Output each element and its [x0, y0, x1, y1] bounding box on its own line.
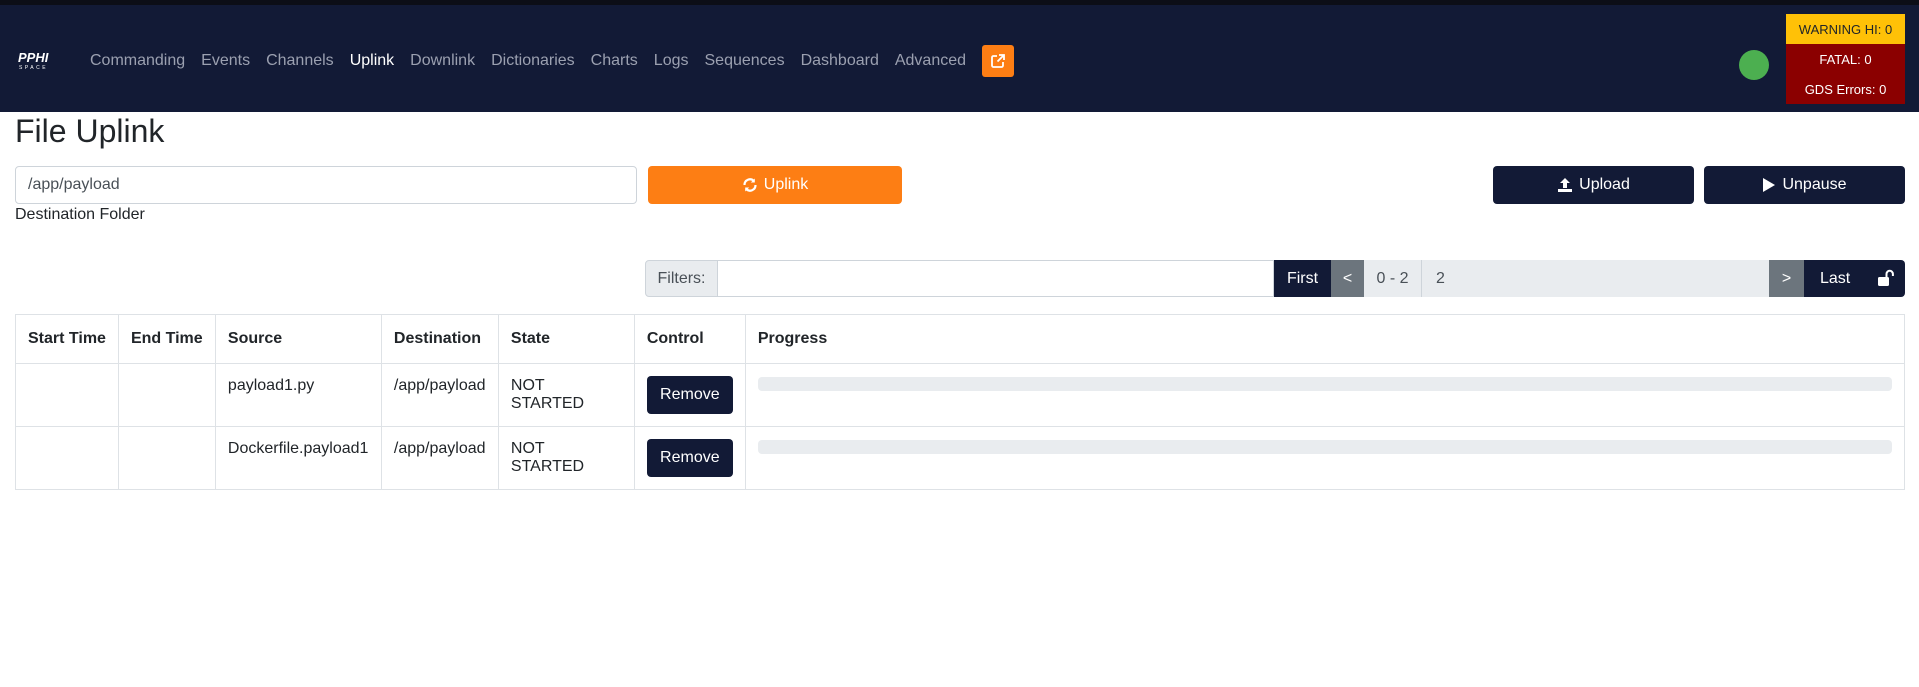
svg-text:PPHI: PPHI [18, 50, 49, 65]
unpause-button-label: Unpause [1782, 176, 1847, 193]
start-time-cell [15, 426, 119, 490]
start-time-cell [15, 363, 119, 427]
destination-folder-label: Destination Folder [15, 206, 145, 223]
source-cell: Dockerfile.payload1 [214, 426, 382, 490]
destination-cell: /app/payload [380, 363, 499, 427]
nav-item-logs[interactable]: Logs [654, 51, 689, 71]
filter-label: Filters: [645, 260, 718, 297]
source-cell: payload1.py [214, 363, 382, 427]
pagination-last-button[interactable]: Last [1804, 260, 1905, 297]
nav-item-events[interactable]: Events [201, 51, 250, 71]
uplink-table: Start Time End Time Source Destination S… [15, 314, 1906, 490]
nav-item-charts[interactable]: Charts [591, 51, 638, 71]
progress-cell [744, 363, 1906, 427]
progress-cell [744, 426, 1906, 490]
upload-button-label: Upload [1579, 176, 1630, 193]
pagination-first-button[interactable]: First [1274, 260, 1331, 297]
fatal-badge[interactable]: FATAL: 0 [1786, 44, 1905, 74]
unlock-icon[interactable] [1877, 269, 1895, 287]
nav-item-uplink[interactable]: Uplink [350, 51, 394, 71]
page-title: File Uplink [15, 113, 165, 149]
end-time-cell [117, 426, 216, 490]
destination-folder-input[interactable] [15, 166, 637, 204]
progress-bar [757, 440, 1892, 454]
nav-item-dictionaries[interactable]: Dictionaries [491, 51, 575, 71]
column-header-end-time[interactable]: End Time [117, 314, 216, 364]
remove-button[interactable]: Remove [646, 439, 733, 477]
alert-counters: WARNING HI: 0 FATAL: 0 GDS Errors: 0 [1786, 14, 1905, 104]
upload-button[interactable]: Upload [1493, 166, 1694, 204]
connection-status-indicator [1739, 50, 1769, 80]
control-cell: Remove [633, 363, 746, 427]
svg-text:SPACE: SPACE [19, 65, 48, 71]
logo[interactable]: PPHI SPACE [18, 49, 66, 71]
nav-item-advanced[interactable]: Advanced [895, 51, 966, 71]
pagination-range: 0 - 2 [1364, 260, 1422, 297]
nav-item-sequences[interactable]: Sequences [705, 51, 785, 71]
column-header-progress[interactable]: Progress [744, 314, 1906, 364]
column-header-destination[interactable]: Destination [380, 314, 499, 364]
end-time-cell [117, 363, 216, 427]
pagination-prev-button[interactable]: < [1331, 260, 1364, 297]
column-header-state[interactable]: State [497, 314, 635, 364]
nav-item-dashboard[interactable]: Dashboard [801, 51, 879, 71]
filter-pagination-bar: Filters: First < 0 - 2 2 > Last [645, 260, 1905, 297]
table-header-row: Start Time End Time Source Destination S… [15, 314, 1906, 364]
warning-hi-badge[interactable]: WARNING HI: 0 [1786, 14, 1905, 44]
nav-item-commanding[interactable]: Commanding [90, 51, 185, 71]
gds-errors-badge[interactable]: GDS Errors: 0 [1786, 74, 1905, 104]
progress-bar [757, 377, 1892, 391]
filter-input[interactable] [718, 260, 1274, 297]
navbar: PPHI SPACE Commanding Events Channels Up… [0, 5, 1919, 112]
pagination-last-label: Last [1820, 269, 1851, 287]
unpause-button[interactable]: Unpause [1704, 166, 1905, 204]
column-header-control[interactable]: Control [633, 314, 746, 364]
nav-item-downlink[interactable]: Downlink [410, 51, 475, 71]
sync-icon [743, 178, 757, 192]
column-header-start-time[interactable]: Start Time [15, 314, 119, 364]
external-link-icon [991, 54, 1005, 68]
state-cell: NOT STARTED [497, 426, 635, 490]
uplink-button-label: Uplink [763, 176, 809, 193]
play-icon [1763, 178, 1776, 192]
nav-item-channels[interactable]: Channels [266, 51, 334, 71]
table-row: payload1.py /app/payload NOT STARTED Rem… [15, 363, 1906, 427]
pagination-total-count: 2 [1422, 260, 1769, 297]
destination-cell: /app/payload [380, 426, 499, 490]
column-header-source[interactable]: Source [214, 314, 382, 364]
control-cell: Remove [633, 426, 746, 490]
state-cell: NOT STARTED [497, 363, 635, 427]
pagination-next-button[interactable]: > [1769, 260, 1804, 297]
remove-button[interactable]: Remove [646, 376, 733, 414]
uplink-button[interactable]: Uplink [648, 166, 902, 204]
nav-menu: Commanding Events Channels Uplink Downli… [90, 51, 982, 71]
table-row: Dockerfile.payload1 /app/payload NOT STA… [15, 426, 1906, 490]
upload-icon [1558, 178, 1573, 192]
external-link-button[interactable] [982, 45, 1014, 77]
